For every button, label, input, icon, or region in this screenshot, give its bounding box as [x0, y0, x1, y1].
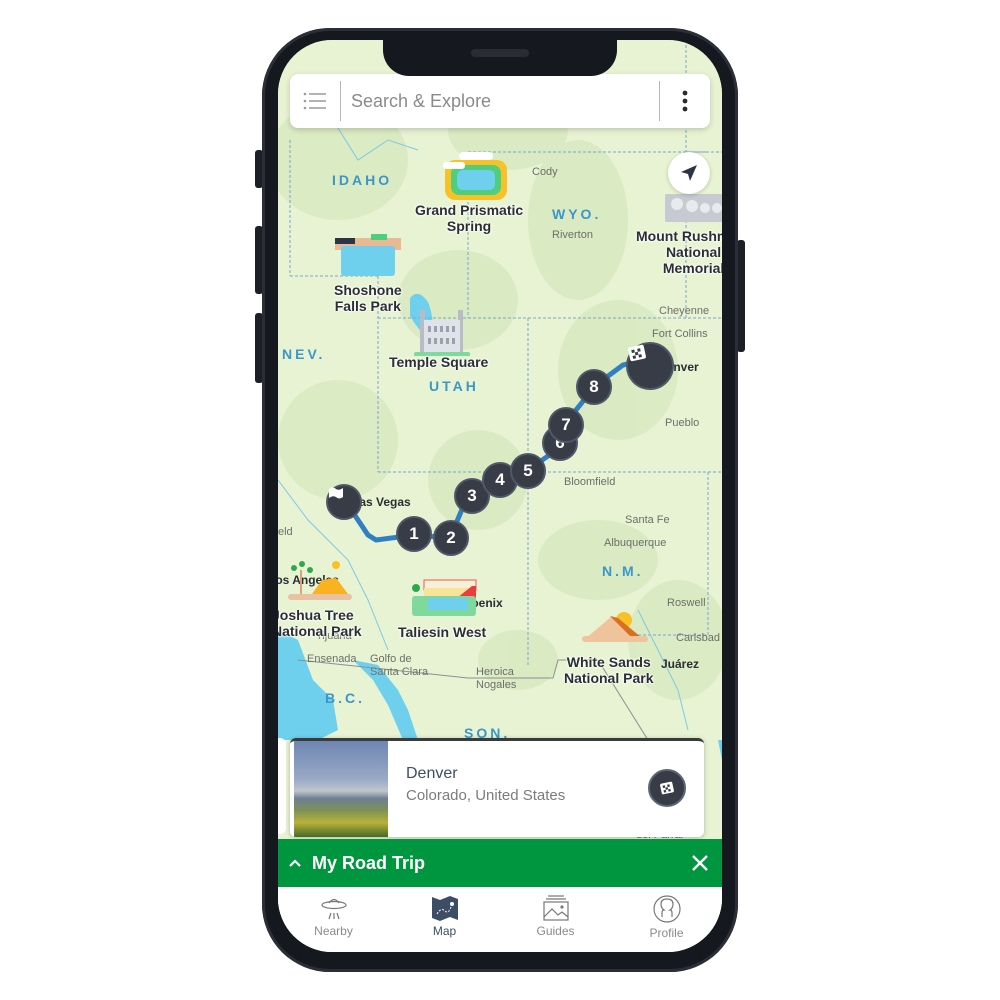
temple-icon — [414, 310, 470, 356]
chevron-up-icon — [289, 859, 301, 867]
denver-photo — [294, 741, 388, 837]
city-label: Cody — [532, 166, 558, 178]
flag-icon — [329, 487, 343, 499]
close-trip-button[interactable] — [678, 839, 722, 887]
road-trip-bar[interactable]: My Road Trip — [278, 839, 722, 887]
taliesin-west-icon — [412, 579, 477, 616]
poi-grand-prismatic-spring[interactable]: Grand Prismatic Spring — [415, 202, 523, 234]
tab-label: Profile — [649, 926, 684, 940]
route-end-marker[interactable] — [626, 342, 674, 390]
state-label: N.M. — [602, 563, 644, 579]
expand-trip-button[interactable] — [278, 858, 312, 868]
card-title: Denver — [406, 765, 458, 782]
tab-map[interactable]: Map — [389, 887, 500, 952]
phone-screen: IDAHO WYO. NEV. UTAH N.M. B.C. SON. Cody… — [278, 40, 722, 952]
city-label: Pueblo — [665, 417, 700, 429]
poi-joshua-tree[interactable]: Joshua Tree National Park — [278, 607, 361, 639]
tab-guides[interactable]: Guides — [500, 887, 611, 952]
city-label: Riverton — [552, 229, 593, 241]
route-stop-2[interactable]: 2 — [433, 520, 469, 556]
joshua-tree-icon — [288, 561, 352, 600]
more-options-button[interactable] — [660, 74, 710, 128]
search-bar — [290, 74, 710, 128]
search-input[interactable] — [341, 89, 659, 113]
list-menu-button[interactable] — [290, 74, 340, 128]
previous-card[interactable] — [278, 738, 286, 834]
checkered-flag-icon — [660, 781, 674, 795]
vertical-dots-icon — [682, 90, 688, 112]
card-subtitle: Colorado, United States — [406, 787, 566, 804]
state-label: B.C. — [325, 690, 365, 706]
profile-icon — [652, 895, 681, 923]
city-label: Albuquerque — [604, 537, 667, 549]
city-label: Santa Fe — [625, 514, 670, 526]
poi-white-sands[interactable]: White Sands National Park — [564, 654, 653, 686]
road-trip-title: My Road Trip — [312, 852, 426, 873]
city-label: Cheyenne — [659, 305, 710, 317]
city-label: Heroica Nogales — [476, 666, 517, 691]
power-button — [737, 240, 745, 352]
city-label: Fort Collins — [652, 328, 708, 340]
city-label: Roswell — [667, 597, 706, 609]
tab-label: Nearby — [314, 924, 353, 938]
waterfall-icon — [335, 234, 401, 276]
white-sands-icon — [582, 612, 648, 642]
tab-label: Guides — [536, 924, 575, 938]
tab-nearby[interactable]: Nearby — [278, 887, 389, 952]
route-stop-1[interactable]: 1 — [396, 516, 432, 552]
checkered-flag-icon — [628, 344, 646, 362]
poi-temple-square[interactable]: Temple Square — [389, 354, 488, 370]
tab-profile[interactable]: Profile — [611, 887, 722, 952]
route-stop-5[interactable]: 5 — [510, 453, 546, 489]
map-icon — [431, 896, 458, 921]
destination-marker-button[interactable] — [648, 769, 686, 807]
route-stop-7[interactable]: 7 — [548, 407, 584, 443]
state-label: WYO. — [552, 206, 602, 222]
city-label: Carlsbad — [676, 632, 721, 644]
bottom-tab-bar: Nearby Map Guides Profile — [278, 887, 722, 952]
notch — [383, 40, 617, 76]
city-label: Golfo de Santa Clara — [370, 653, 429, 678]
city-label: Bloomfield — [564, 476, 616, 488]
guides-icon — [542, 895, 569, 921]
city-label: Juárez — [661, 657, 700, 671]
city-label: Ensenada — [307, 653, 357, 665]
state-label: NEV. — [282, 346, 326, 362]
hot-spring-icon — [443, 152, 507, 200]
tab-label: Map — [432, 924, 457, 938]
poi-shoshone-falls-park[interactable]: Shoshone Falls Park — [334, 282, 402, 314]
navigation-arrow-icon — [681, 165, 697, 181]
list-icon — [303, 92, 326, 110]
route-stop-8[interactable]: 8 — [576, 369, 612, 405]
state-label: IDAHO — [332, 172, 393, 188]
city-label: eld — [278, 526, 293, 538]
route-start-marker[interactable] — [326, 484, 362, 520]
poi-taliesin-west[interactable]: Taliesin West — [398, 624, 486, 640]
close-icon — [692, 855, 708, 871]
poi-mount-rushmore[interactable]: Mount Rushmore National Memorial — [636, 228, 722, 276]
location-card[interactable]: Denver Colorado, United States — [290, 738, 704, 837]
ufo-icon — [320, 898, 347, 920]
my-location-button[interactable] — [668, 152, 710, 194]
state-label: UTAH — [429, 378, 479, 394]
mount-rushmore-icon — [665, 194, 722, 222]
